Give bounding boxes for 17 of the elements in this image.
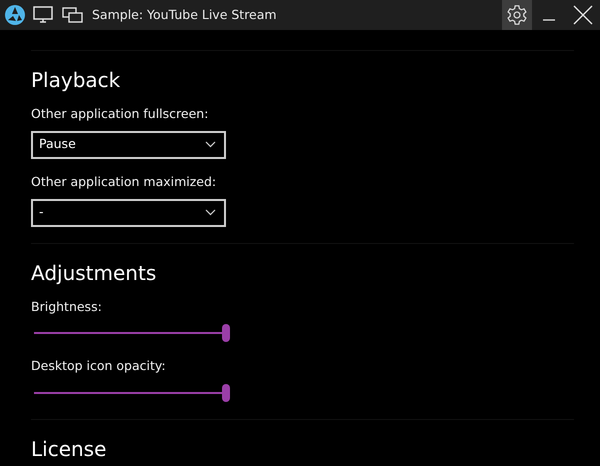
field-label: Brightness: — [31, 298, 103, 316]
field-label: Other application maximized: — [31, 172, 218, 191]
slider-thumb[interactable] — [222, 384, 230, 402]
slider-thumb[interactable] — [222, 324, 230, 342]
slider-track[interactable] — [34, 383, 230, 403]
field-label: Desktop icon opacity: — [31, 357, 167, 376]
chevron-icon — [205, 209, 216, 216]
slider-track[interactable] — [34, 323, 230, 344]
section-heading: Playback — [31, 67, 122, 93]
dropdown[interactable]: - — [31, 198, 226, 226]
window-title: Sample: YouTube Live Stream — [92, 6, 277, 24]
chevron-icon — [205, 141, 216, 148]
section-heading: License — [31, 436, 108, 462]
field-label: Other application fullscreen: — [31, 105, 210, 123]
settings-icon[interactable] — [502, 0, 532, 30]
dropdown[interactable]: Pause — [31, 130, 226, 159]
section-heading: Adjustments — [31, 260, 158, 286]
